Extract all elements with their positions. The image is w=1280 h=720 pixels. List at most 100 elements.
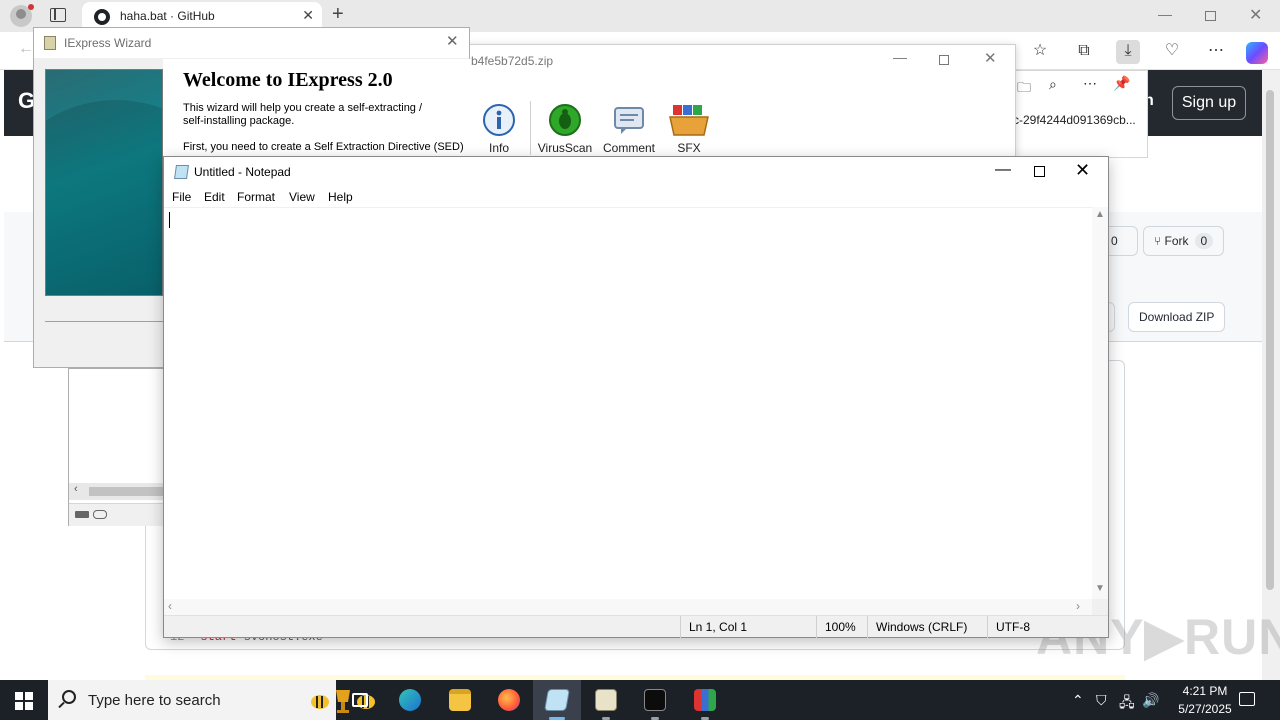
archive-app-icon [595,689,617,711]
tab-close-icon[interactable]: ✕ [302,7,314,24]
iexpress-app-icon [44,36,56,50]
scrollbar-thumb[interactable] [1266,90,1274,590]
taskbar-notepad[interactable] [533,680,581,720]
explorer-scroll-thumb[interactable] [89,487,164,496]
notepad-maximize-button[interactable] [1034,166,1045,177]
page-scrollbar[interactable] [1262,70,1280,680]
tab-actions-icon[interactable] [50,8,66,22]
scroll-down-icon[interactable]: ▼ [1095,583,1105,594]
explorer-window-fragment: ‹ [68,368,164,526]
downloads-icon[interactable]: ⤓ [1116,40,1140,64]
search-downloads-icon[interactable]: ⌕ [1049,76,1057,93]
notepad-statusbar: Ln 1, Col 1 100% Windows (CRLF) UTF-8 [164,615,1108,638]
winrar-window: b4fe5b72d5.zip — ✕ Info VirusScan Commen… [460,44,1016,158]
winrar-tool-label: Info [488,141,509,155]
github-favicon-icon [94,9,110,25]
open-folder-icon[interactable]: 🗀 [1017,77,1031,101]
fork-button[interactable]: ⑂ Fork 0 [1143,226,1225,256]
terminal-icon [644,689,666,711]
winrar-tool-label: VirusScan [537,141,593,155]
browser-close-button[interactable]: ✕ [1249,5,1262,25]
winrar-minimize-button[interactable]: — [893,49,907,65]
task-view-icon [352,693,368,707]
encoding: UTF-8 [987,616,1030,638]
more-menu-icon[interactable]: ⋯ [1204,40,1228,64]
copilot-icon[interactable] [1246,42,1268,64]
fork-count: 0 [1194,233,1214,249]
notepad-title: Untitled - Notepad [194,165,291,179]
tab-title: haha.bat · GitHub [120,9,215,23]
fork-label: Fork [1164,234,1189,248]
notepad-window: Untitled - Notepad — ✕ File Edit Format … [163,156,1109,638]
task-view-button[interactable] [336,680,384,720]
menu-file[interactable]: File [172,190,191,204]
download-zip-button[interactable]: Download ZIP [1128,302,1226,332]
sign-up-button[interactable]: Sign up [1172,86,1246,120]
volume-icon[interactable]: 🔊 [1142,692,1159,709]
notepad-vscrollbar[interactable]: ▲ ▼ [1092,207,1108,599]
taskbar-firefox[interactable] [485,680,533,720]
favorites-icon[interactable]: ☆ [1028,40,1052,64]
taskbar-terminal[interactable] [631,680,679,720]
windows-start-icon[interactable] [15,692,33,710]
notepad-close-button[interactable]: ✕ [1075,160,1090,181]
download-file-name[interactable]: c-29f4244d091369cb... [1013,113,1136,127]
menu-help[interactable]: Help [328,190,353,204]
notepad-hscrollbar[interactable]: ‹ › [164,599,1092,615]
wizard-intro-text: This wizard will help you create a self-… [183,102,423,127]
back-arrow-icon[interactable]: ← [18,40,34,58]
security-tray-icon[interactable]: ⛉ [1096,692,1107,709]
explorer-statusbar [69,503,164,526]
collections-icon[interactable]: ⧉ [1072,40,1096,64]
menu-view[interactable]: View [289,190,315,204]
notification-dot [28,4,34,10]
toolbar-separator [530,101,531,155]
drive-icon [75,511,89,518]
clock-date[interactable]: 5/27/2025 [1166,702,1244,716]
browser-minimize-button[interactable]: — [1158,6,1172,22]
scroll-left-icon[interactable]: ‹ [74,483,78,495]
star-button[interactable]: 0 [1104,226,1138,256]
taskbar-search-box[interactable]: Type here to search [48,680,375,720]
star-count: 0 [1111,234,1118,248]
winrar-maximize-button[interactable] [939,55,949,65]
winrar-info-button[interactable]: Info [481,103,517,155]
winrar-tool-label: SFX [677,141,701,155]
browser-essentials-icon[interactable]: ♡ [1160,40,1184,64]
taskbar-file-explorer[interactable] [436,680,484,720]
scroll-left-icon[interactable]: ‹ [168,599,172,613]
show-hidden-icons-icon[interactable]: ⌃ [1072,692,1084,709]
notifications-icon[interactable] [1239,692,1255,706]
network-icon[interactable]: 🖧 [1119,692,1135,716]
firefox-icon [498,689,520,711]
taskbar-winrar[interactable] [681,680,729,720]
winrar-virusscan-button[interactable]: VirusScan [537,103,593,155]
downloads-more-icon[interactable]: ⋯ [1083,75,1097,92]
winrar-title: b4fe5b72d5.zip [471,54,554,68]
menu-edit[interactable]: Edit [204,190,225,204]
pin-icon[interactable]: 📌 [1113,75,1130,92]
winrar-sfx-button[interactable]: SFX [667,103,711,155]
taskbar-edge[interactable] [386,680,434,720]
winrar-comment-button[interactable]: Comment [599,103,659,155]
notepad-titlebar: Untitled - Notepad — ✕ [164,157,1108,187]
explorer-hscrollbar[interactable]: ‹ [69,483,164,500]
scroll-up-icon[interactable]: ▲ [1095,209,1105,220]
iexpress-close-button[interactable]: ✕ [446,32,459,50]
menu-format[interactable]: Format [237,190,275,204]
browser-restore-button[interactable] [1205,11,1216,21]
sfx-icon [669,105,709,136]
wizard-banner-image [45,69,163,296]
info-icon [483,104,515,136]
taskbar-archive[interactable] [582,680,630,720]
notepad-text-area[interactable] [164,207,1092,599]
new-tab-button[interactable]: + [332,3,344,26]
clock-time[interactable]: 4:21 PM [1172,684,1238,698]
wizard-sed-text: First, you need to create a Self Extract… [183,141,464,153]
notepad-minimize-button[interactable]: — [988,161,1018,183]
winrar-close-button[interactable]: ✕ [984,49,997,67]
edge-icon [399,689,421,711]
notepad-icon [544,689,570,711]
scroll-right-icon[interactable]: › [1076,599,1080,613]
scrollbar-corner [1092,599,1108,615]
